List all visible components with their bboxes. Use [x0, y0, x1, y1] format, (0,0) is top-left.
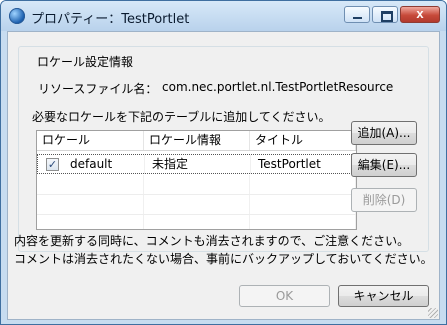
cell-locale: default: [38, 155, 145, 174]
table-row-empty: [37, 175, 356, 195]
close-icon: x: [416, 6, 424, 21]
minimize-icon: [353, 17, 362, 19]
notice-line-2: コメントは消去されたくない場合、事前にバックアップしておいてください。: [14, 252, 433, 266]
maximize-icon: [381, 11, 393, 22]
delete-button: 削除(D): [351, 188, 417, 212]
table-header: ロケール ロケール情報 タイトル: [37, 131, 356, 151]
table-row[interactable]: ✓ default 未指定 TestPortlet: [37, 154, 356, 174]
maximize-button[interactable]: [372, 6, 398, 23]
cancel-button[interactable]: キャンセル: [338, 285, 429, 307]
add-button[interactable]: 追加(A)...: [351, 121, 417, 145]
notice-line-1: 内容を更新する同時に、コメントも消去されますので、ご注意ください。: [14, 234, 410, 248]
ok-button: OK: [239, 285, 330, 307]
app-globe-icon: [9, 8, 25, 24]
window-title: プロパティー：TestPortlet: [31, 12, 190, 27]
table-row-empty: [37, 215, 356, 229]
resource-file-value: com.nec.portlet.nl.TestPortletResource: [162, 80, 394, 94]
dialog-body: ロケール設定情報 リソースファイル名： com.nec.portlet.nl.T…: [7, 31, 440, 320]
column-header-title[interactable]: タイトル: [250, 131, 356, 150]
close-button[interactable]: x: [400, 6, 440, 23]
resize-grip-icon[interactable]: [428, 308, 438, 318]
minimize-button[interactable]: [344, 6, 370, 23]
table-row-empty: [37, 195, 356, 215]
edit-button[interactable]: 編集(E)...: [351, 153, 417, 177]
locale-settings-group: ロケール設定情報 リソースファイル名： com.nec.portlet.nl.T…: [18, 46, 429, 252]
table-instruction: 必要なロケールを下記のテーブルに追加してください。: [32, 110, 331, 124]
title-bar[interactable]: プロパティー：TestPortlet x: [1, 1, 446, 31]
properties-dialog: プロパティー：TestPortlet x ロケール設定情報 リソースファイル名：…: [0, 0, 447, 325]
cell-locale-info: 未指定: [145, 155, 251, 174]
column-header-locale-info[interactable]: ロケール情報: [144, 131, 250, 150]
cell-title: TestPortlet: [251, 155, 356, 174]
column-header-locale[interactable]: ロケール: [37, 131, 144, 150]
group-legend: ロケール設定情報: [33, 53, 138, 70]
resource-file-label: リソースファイル名：: [38, 82, 158, 96]
locale-table[interactable]: ロケール ロケール情報 タイトル ✓ default 未指定 TestPortl…: [36, 130, 357, 230]
